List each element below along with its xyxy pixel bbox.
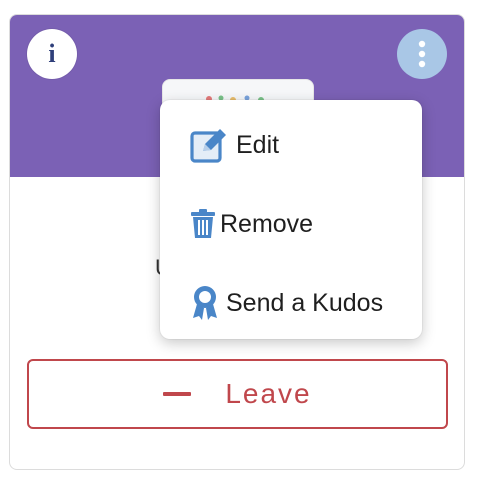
info-button[interactable]: i <box>27 29 77 79</box>
leave-label: Leave <box>225 378 312 409</box>
minus-icon <box>163 392 192 396</box>
menu-item-edit[interactable]: Edit <box>160 114 422 176</box>
trash-icon <box>190 209 216 239</box>
leave-button[interactable]: Leave <box>27 359 448 429</box>
menu-item-edit-label: Edit <box>236 130 280 159</box>
menu-item-send-kudos[interactable]: Send a Kudos <box>160 272 422 334</box>
info-icon: i <box>48 39 56 68</box>
menu-item-remove-label: Remove <box>220 209 314 238</box>
award-icon <box>190 285 220 321</box>
more-vertical-icon <box>418 40 426 68</box>
options-dropdown-menu: Edit Remove Send a Kudos <box>160 100 422 339</box>
menu-item-send-kudos-label: Send a Kudos <box>226 288 384 317</box>
menu-item-remove[interactable]: Remove <box>160 193 422 255</box>
more-options-button[interactable] <box>397 29 447 79</box>
edit-icon <box>190 127 228 163</box>
